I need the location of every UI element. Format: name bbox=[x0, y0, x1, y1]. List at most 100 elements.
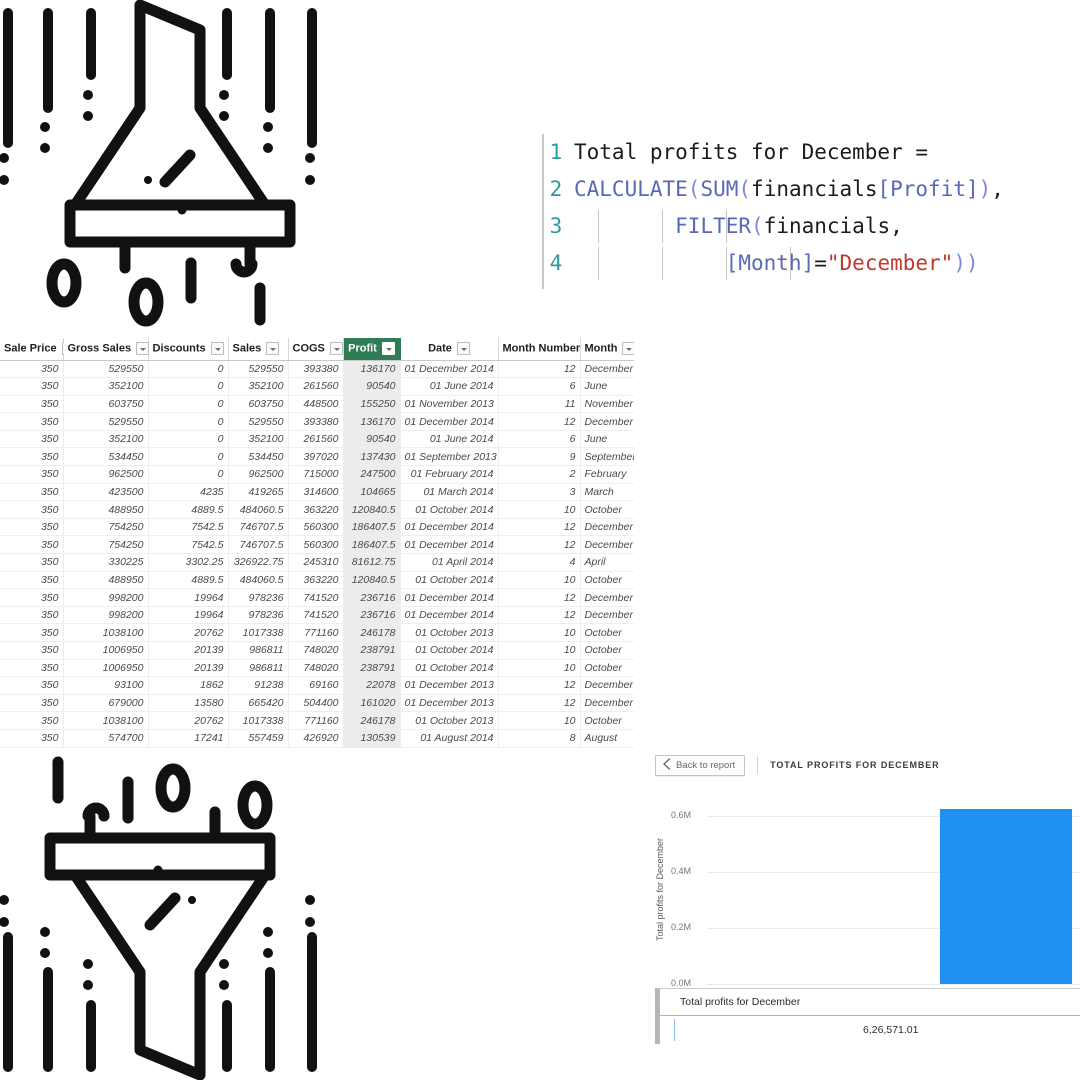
cell-sales[interactable]: 746707.5 bbox=[228, 518, 289, 537]
cell-date[interactable]: 01 August 2014 bbox=[400, 729, 499, 748]
cell-profit[interactable]: 246178 bbox=[343, 711, 401, 730]
table-row[interactable]: 350 488950 4889.5 484060.5 363220 120840.5 01 … bbox=[0, 500, 634, 519]
cell-month[interactable]: October bbox=[580, 571, 634, 590]
cell-month-number[interactable]: 2 bbox=[498, 465, 581, 484]
cell-month-number[interactable]: 12 bbox=[498, 588, 581, 607]
cell-month-number[interactable]: 9 bbox=[498, 447, 581, 467]
cell-profit[interactable]: 238791 bbox=[343, 641, 401, 660]
cell-month-number[interactable]: 6 bbox=[498, 430, 581, 449]
cell-date[interactable]: 01 December 2014 bbox=[400, 535, 499, 555]
cell-date[interactable]: 01 March 2014 bbox=[400, 483, 499, 502]
cell-profit[interactable]: 90540 bbox=[343, 430, 401, 449]
cell-gross-sales[interactable]: 1038100 bbox=[63, 623, 149, 642]
table-row[interactable]: 350 488950 4889.5 484060.5 363220 120840.5 01 … bbox=[0, 571, 634, 590]
cell-date[interactable]: 01 October 2013 bbox=[400, 711, 499, 730]
cell-cogs[interactable]: 748020 bbox=[288, 659, 344, 678]
cell-discounts[interactable]: 4889.5 bbox=[148, 500, 229, 519]
cell-date[interactable]: 01 October 2014 bbox=[400, 500, 499, 519]
cell-cogs[interactable]: 261560 bbox=[288, 377, 344, 396]
cell-cogs[interactable]: 741520 bbox=[288, 588, 344, 607]
cell-profit[interactable]: 137430 bbox=[343, 447, 401, 467]
cell-gross-sales[interactable]: 330225 bbox=[63, 553, 149, 572]
column-header-date[interactable]: Date bbox=[400, 338, 499, 361]
table-row[interactable]: 350 352100 0 352100 261560 90540 01 June 2014 6… bbox=[0, 377, 634, 396]
cell-sales[interactable]: 529550 bbox=[228, 412, 289, 431]
cell-month[interactable]: December bbox=[580, 606, 634, 625]
cell-month[interactable]: October bbox=[580, 711, 634, 730]
cell-discounts[interactable]: 4235 bbox=[148, 483, 229, 502]
cell-sale-price[interactable]: 350 bbox=[0, 395, 64, 414]
cell-date[interactable]: 01 February 2014 bbox=[400, 465, 499, 484]
cell-month-number[interactable]: 6 bbox=[498, 377, 581, 396]
cell-sales[interactable]: 986811 bbox=[228, 641, 289, 660]
cell-cogs[interactable]: 504400 bbox=[288, 694, 344, 713]
cell-gross-sales[interactable]: 529550 bbox=[63, 360, 149, 379]
cell-discounts[interactable]: 19964 bbox=[148, 588, 229, 607]
cell-sale-price[interactable]: 350 bbox=[0, 588, 64, 607]
cell-sale-price[interactable]: 350 bbox=[0, 447, 64, 467]
cell-gross-sales[interactable]: 488950 bbox=[63, 500, 149, 519]
cell-gross-sales[interactable]: 603750 bbox=[63, 395, 149, 414]
table-row[interactable]: 350 534450 0 534450 397020 137430 01 September… bbox=[0, 447, 634, 467]
cell-discounts[interactable]: 0 bbox=[148, 465, 229, 484]
cell-month[interactable]: August bbox=[580, 729, 634, 748]
cell-profit[interactable]: 120840.5 bbox=[343, 571, 401, 590]
column-header-discounts[interactable]: Discounts bbox=[148, 338, 229, 361]
financials-data-grid[interactable]: Sale Price Gross Sales Discounts Sales COGS P… bbox=[0, 338, 634, 750]
cell-gross-sales[interactable]: 352100 bbox=[63, 430, 149, 449]
cell-profit[interactable]: 90540 bbox=[343, 377, 401, 396]
cell-month[interactable]: December bbox=[580, 588, 634, 607]
cell-profit[interactable]: 81612.75 bbox=[343, 553, 401, 572]
table-row[interactable]: 350 998200 19964 978236 741520 236716 01 Decem… bbox=[0, 606, 634, 625]
cell-sale-price[interactable]: 350 bbox=[0, 659, 64, 678]
cell-cogs[interactable]: 314600 bbox=[288, 483, 344, 502]
cell-sale-price[interactable]: 350 bbox=[0, 430, 64, 449]
code-lines[interactable]: 1 Total profits for December = 2 CALCULATE(… bbox=[530, 134, 1080, 282]
cell-sales[interactable]: 557459 bbox=[228, 729, 289, 748]
cell-discounts[interactable]: 0 bbox=[148, 395, 229, 414]
cell-cogs[interactable]: 261560 bbox=[288, 430, 344, 449]
cell-profit[interactable]: 104665 bbox=[343, 483, 401, 502]
table-row[interactable]: 350 754250 7542.5 746707.5 560300 186407.5 01 … bbox=[0, 535, 634, 555]
cell-discounts[interactable]: 20762 bbox=[148, 711, 229, 730]
cell-gross-sales[interactable]: 352100 bbox=[63, 377, 149, 396]
table-row[interactable]: 350 1038100 20762 1017338 771160 246178 01 Oct… bbox=[0, 711, 634, 730]
column-header-gross-sales[interactable]: Gross Sales bbox=[63, 338, 150, 361]
cell-sale-price[interactable]: 350 bbox=[0, 571, 64, 590]
cell-cogs[interactable]: 397020 bbox=[288, 447, 344, 467]
column-header-cogs[interactable]: COGS bbox=[288, 338, 344, 361]
cell-profit[interactable]: 236716 bbox=[343, 606, 401, 625]
table-row[interactable]: 350 962500 0 962500 715000 247500 01 February … bbox=[0, 465, 634, 484]
cell-month-number[interactable]: 4 bbox=[498, 553, 581, 572]
table-row[interactable]: 350 754250 7542.5 746707.5 560300 186407.5 01 … bbox=[0, 518, 634, 537]
code-line[interactable]: 4 [Month]="December")) bbox=[530, 245, 1080, 282]
cell-sale-price[interactable]: 350 bbox=[0, 518, 64, 537]
cell-gross-sales[interactable]: 754250 bbox=[63, 518, 149, 537]
cell-sale-price[interactable]: 350 bbox=[0, 535, 64, 555]
cell-cogs[interactable]: 741520 bbox=[288, 606, 344, 625]
visual-data-table[interactable]: Total profits for December 6,26,571.01 bbox=[655, 988, 1080, 1044]
cell-date[interactable]: 01 December 2013 bbox=[400, 676, 499, 695]
code-line[interactable]: 3 FILTER(financials, bbox=[530, 208, 1080, 245]
table-row[interactable]: 350 1006950 20139 986811 748020 238791 01 Octo… bbox=[0, 659, 634, 678]
cell-month-number[interactable]: 11 bbox=[498, 395, 581, 414]
cell-month[interactable]: June bbox=[580, 430, 634, 449]
cell-month-number[interactable]: 12 bbox=[498, 518, 581, 537]
cell-month[interactable]: October bbox=[580, 500, 634, 519]
cell-cogs[interactable]: 393380 bbox=[288, 412, 344, 431]
cell-month[interactable]: November bbox=[580, 395, 634, 414]
cell-date[interactable]: 01 June 2014 bbox=[400, 377, 499, 396]
cell-date[interactable]: 01 October 2014 bbox=[400, 641, 499, 660]
cell-date[interactable]: 01 December 2014 bbox=[400, 606, 499, 625]
table-row[interactable]: 350 679000 13580 665420 504400 161020 01 Decem… bbox=[0, 694, 634, 713]
cell-month-number[interactable]: 10 bbox=[498, 659, 581, 678]
cell-date[interactable]: 01 September 2013 bbox=[400, 447, 499, 467]
cell-gross-sales[interactable]: 1006950 bbox=[63, 641, 149, 660]
table-row[interactable]: 350 352100 0 352100 261560 90540 01 June 2014 6… bbox=[0, 430, 634, 449]
table-row[interactable]: 350 574700 17241 557459 426920 130539 01 Augus… bbox=[0, 729, 634, 748]
cell-month-number[interactable]: 10 bbox=[498, 500, 581, 519]
cell-sale-price[interactable]: 350 bbox=[0, 694, 64, 713]
table-row[interactable]: 350 423500 4235 419265 314600 104665 01 March … bbox=[0, 483, 634, 502]
cell-gross-sales[interactable]: 574700 bbox=[63, 729, 149, 748]
column-header-month-number[interactable]: Month Number bbox=[498, 338, 599, 361]
